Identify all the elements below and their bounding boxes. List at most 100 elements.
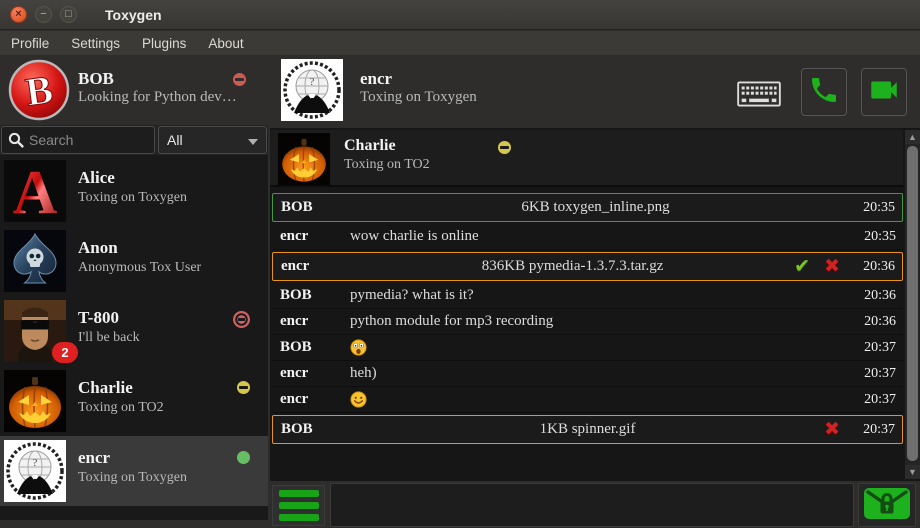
message-sender: BOB <box>273 421 351 438</box>
file-transfer-label: 836KB pymedia-1.3.7.3.tar.gz <box>351 258 794 275</box>
bob-avatar: B <box>8 59 70 121</box>
contact-status-message: Toxing on Toxygen <box>78 470 187 486</box>
away-status-icon <box>237 381 250 394</box>
friend-online-notification[interactable]: Charlie Toxing on TO2 <box>270 130 903 187</box>
hamburger-menu-icon <box>279 490 319 521</box>
contact-status-message: Toxing on TO2 <box>78 400 164 416</box>
message-menu-button[interactable] <box>272 485 325 526</box>
file-transfer-row: encr 836KB pymedia-1.3.7.3.tar.gz ✔ ✖ 20… <box>272 252 903 281</box>
maximize-button[interactable]: □ <box>60 6 77 23</box>
chat-panel: Charlie Toxing on TO2 BOB 6KB toxygen_in… <box>270 128 920 481</box>
notification-name: Charlie <box>344 137 430 155</box>
menu-item-profile[interactable]: Profile <box>0 33 60 54</box>
self-profile[interactable]: B BOB Looking for Python dev… <box>8 59 260 121</box>
scrollbar-down-arrow[interactable]: ▼ <box>905 465 920 479</box>
decline-file-button[interactable]: ✖ <box>824 420 840 439</box>
message-sender: encr <box>272 391 350 408</box>
contact-list: A Alice Toxing on Toxygen Anon Anonymous… <box>0 156 268 506</box>
spade-skull-avatar <box>4 230 66 292</box>
message-time: 20:36 <box>856 259 902 275</box>
scrollbar-up-arrow[interactable]: ▲ <box>905 130 920 144</box>
peer-name: encr <box>360 69 477 89</box>
search-box[interactable] <box>1 126 155 154</box>
message-sender: encr <box>272 313 350 330</box>
minimize-button[interactable]: − <box>35 6 52 23</box>
toxygen-window: × − □ Toxygen Profile Settings Plugins A… <box>0 0 920 528</box>
menu-item-plugins[interactable]: Plugins <box>131 33 197 54</box>
anonymous-mask-avatar: ? <box>4 440 66 502</box>
message-sender: BOB <box>273 199 351 216</box>
contact-name: Anon <box>78 238 201 258</box>
encrypted-send-icon <box>863 485 911 526</box>
titlebar[interactable]: × − □ Toxygen <box>0 0 920 30</box>
chevron-down-icon <box>248 139 258 145</box>
away-status-icon <box>498 141 511 154</box>
search-input[interactable] <box>29 132 147 148</box>
unread-count-badge: 2 <box>52 342 78 363</box>
contact-panel: All A Alice Toxing on Toxygen Anon Anony… <box>0 125 268 520</box>
message-time: 20:36 <box>857 288 903 304</box>
decline-file-button[interactable]: ✖ <box>824 257 840 276</box>
notification-status-message: Toxing on TO2 <box>344 157 430 173</box>
send-button[interactable] <box>858 483 916 527</box>
file-transfer-label: 6KB toxygen_inline.png <box>351 199 840 216</box>
busy-ring-status-icon <box>233 311 250 328</box>
message-row: encr python module for mp3 recording 20:… <box>272 309 903 335</box>
message-text: wow charlie is online <box>350 228 479 245</box>
keyboard-icon[interactable] <box>737 81 781 112</box>
message-sender: BOB <box>272 339 350 356</box>
search-icon <box>8 132 24 148</box>
message-time: 20:37 <box>857 340 903 356</box>
self-name: BOB <box>78 69 237 89</box>
contact-filter-dropdown[interactable]: All <box>158 126 267 154</box>
letter-a-avatar: A <box>4 160 66 222</box>
message-sender: encr <box>272 365 350 382</box>
message-sender: encr <box>273 258 351 275</box>
contact-filter-value: All <box>167 132 183 148</box>
message-sender: BOB <box>272 287 350 304</box>
video-camera-icon <box>867 73 901 112</box>
message-time: 20:35 <box>857 229 903 245</box>
contact-status-message: I'll be back <box>78 330 140 346</box>
file-transfer-row: BOB 1KB spinner.gif ✖ 20:37 <box>272 415 903 444</box>
header: B BOB Looking for Python dev… ? encr Tox… <box>0 55 920 125</box>
message-time: 20:36 <box>857 314 903 330</box>
contact-list-item-alice[interactable]: A Alice Toxing on Toxygen <box>0 156 268 226</box>
svg-text:A: A <box>13 160 58 222</box>
message-row: encr 20:37 <box>272 387 903 413</box>
scrollbar-thumb[interactable] <box>907 146 918 461</box>
online-status-icon <box>237 451 250 464</box>
contact-list-item-anon[interactable]: Anon Anonymous Tox User <box>0 226 268 296</box>
contact-name: encr <box>78 448 187 468</box>
message-time: 20:37 <box>857 366 903 382</box>
busy-status-icon <box>233 73 246 86</box>
chat-scrollbar[interactable]: ▲ ▼ <box>905 130 920 479</box>
shocked-face-emoji <box>350 339 367 356</box>
contact-status-message: Toxing on Toxygen <box>78 190 187 206</box>
file-transfer-row: BOB 6KB toxygen_inline.png 20:35 <box>272 193 903 222</box>
message-input[interactable] <box>330 483 854 527</box>
message-row: BOB 20:37 <box>272 335 903 361</box>
contact-list-item-charlie[interactable]: Charlie Toxing on TO2 <box>0 366 268 436</box>
audio-call-button[interactable] <box>801 68 847 116</box>
message-time: 20:37 <box>857 392 903 408</box>
message-time: 20:35 <box>856 200 902 216</box>
contact-list-item-encr[interactable]: ? encr Toxing on Toxygen <box>0 436 268 506</box>
message-row: encr heh) 20:37 <box>272 361 903 387</box>
accept-file-button[interactable]: ✔ <box>794 257 810 276</box>
search-row: All <box>0 125 268 155</box>
contact-status-message: Anonymous Tox User <box>78 260 201 276</box>
menubar: Profile Settings Plugins About <box>0 31 920 55</box>
menu-item-settings[interactable]: Settings <box>60 33 131 54</box>
close-button[interactable]: × <box>10 6 27 23</box>
pumpkin-avatar <box>4 370 66 432</box>
video-call-button[interactable] <box>861 68 907 116</box>
peer-status-message: Toxing on Toxygen <box>360 89 477 106</box>
pumpkin-avatar <box>278 133 330 185</box>
window-title: Toxygen <box>105 7 162 23</box>
message-text: python module for mp3 recording <box>350 313 553 330</box>
menu-item-about[interactable]: About <box>197 33 254 54</box>
self-status-message: Looking for Python dev… <box>78 89 237 106</box>
contact-list-item-t-800[interactable]: T-800 I'll be back 2 <box>0 296 268 366</box>
message-text: heh) <box>350 365 377 382</box>
